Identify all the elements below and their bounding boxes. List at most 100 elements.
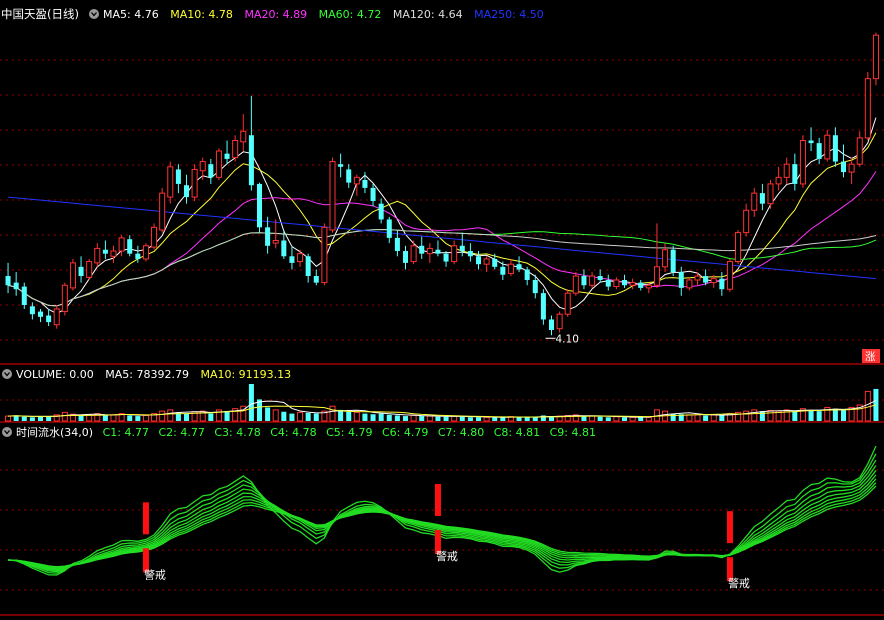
low-price-label: 4.10 xyxy=(556,333,579,345)
candle xyxy=(183,174,190,204)
stock-name: 中国天盈(日线) xyxy=(1,7,79,21)
candle xyxy=(402,245,409,270)
volume-bar xyxy=(426,415,433,422)
candle xyxy=(507,258,514,277)
ma120-label: MA120: 4.64 xyxy=(393,8,463,21)
candle xyxy=(548,315,555,336)
ma60-label: MA60: 4.72 xyxy=(319,8,382,21)
candle xyxy=(816,137,822,165)
panel-frames xyxy=(0,363,884,616)
volume-bar xyxy=(135,416,141,421)
candle xyxy=(78,256,84,283)
candle xyxy=(808,127,814,152)
candle xyxy=(21,282,27,309)
candle xyxy=(572,272,579,296)
c2-label: C2: 4.77 xyxy=(158,426,204,439)
volume-bar xyxy=(435,416,441,421)
candle xyxy=(799,135,806,188)
volume-bar xyxy=(638,417,644,421)
volume-bar xyxy=(362,413,368,421)
ma20-line xyxy=(7,171,877,307)
candle xyxy=(410,240,417,265)
volume-bar xyxy=(159,410,166,422)
indicator-header: 时间流水(34,0) C1: 4.77 C2: 4.77 C3: 4.78 C4… xyxy=(2,425,596,439)
candle xyxy=(53,304,60,329)
candle xyxy=(191,164,198,202)
candle xyxy=(589,272,596,288)
volume-title: VOLUME: 0.00 xyxy=(16,368,94,381)
volume-bar xyxy=(248,384,254,421)
volume-bar xyxy=(645,416,652,422)
candle xyxy=(783,157,790,184)
volume-bar xyxy=(102,415,108,421)
volume-bar xyxy=(613,416,620,422)
volume-bar xyxy=(589,415,596,422)
settings-circle-icon[interactable] xyxy=(2,369,12,379)
candle xyxy=(540,289,546,325)
candle xyxy=(678,266,684,296)
candle xyxy=(564,289,571,317)
candle xyxy=(759,183,765,211)
volume-bar xyxy=(21,416,27,421)
volume-bar xyxy=(492,417,498,421)
volume-bars xyxy=(5,384,879,422)
settings-circle-icon[interactable] xyxy=(2,427,12,437)
c7-label: C7: 4.80 xyxy=(438,426,484,439)
candle xyxy=(289,245,295,270)
volume-bar xyxy=(394,415,400,421)
candle xyxy=(581,269,587,290)
c3-label: C3: 4.78 xyxy=(214,426,260,439)
candle xyxy=(265,216,271,254)
volume-bar xyxy=(353,411,360,422)
vol-ma5-label: MA5: 78392.79 xyxy=(105,368,189,381)
candle xyxy=(118,235,125,257)
candle xyxy=(872,32,879,86)
volume-bar xyxy=(621,417,628,421)
main-header: 中国天盈(日线) MA5: 4.76 MA10: 4.78 MA20: 4.89… xyxy=(1,7,544,21)
volume-bar xyxy=(670,413,676,421)
volume-bar xyxy=(313,413,319,421)
candle xyxy=(556,311,563,333)
volume-bar xyxy=(483,416,490,422)
volume-bar xyxy=(78,415,84,421)
volume-header: VOLUME: 0.00 MA5: 78392.79 MA10: 91193.1… xyxy=(2,368,291,381)
candle xyxy=(297,249,304,267)
candle xyxy=(346,164,352,188)
volume-bar xyxy=(597,416,603,421)
volume-bar xyxy=(808,409,814,421)
volume-bar xyxy=(370,414,376,421)
volume-bar xyxy=(767,410,774,422)
candle xyxy=(419,236,425,259)
candle xyxy=(386,216,392,244)
candle xyxy=(110,245,117,263)
zhang-badge[interactable]: 涨 xyxy=(862,349,880,363)
volume-bar xyxy=(281,411,287,421)
volume-bar xyxy=(265,407,271,421)
ma250-label: MA250: 4.50 xyxy=(474,8,544,21)
volume-bar xyxy=(703,415,709,421)
volume-bar xyxy=(142,414,149,422)
ma20-label: MA20: 4.89 xyxy=(244,8,307,21)
volume-bar xyxy=(272,409,279,422)
volume-bar xyxy=(710,414,717,422)
warning-bar-top xyxy=(726,511,733,544)
volume-bar xyxy=(792,411,798,421)
indicator-title: 时间流水(34,0) xyxy=(16,425,93,439)
volume-bar xyxy=(5,415,12,422)
candle xyxy=(338,153,344,178)
candle xyxy=(313,269,319,286)
candle xyxy=(856,131,863,167)
candle xyxy=(232,135,239,162)
warning-label: 警戒 xyxy=(436,549,458,563)
volume-bar xyxy=(459,416,465,421)
volume-bar xyxy=(686,414,693,422)
volume-bar xyxy=(694,414,701,422)
settings-circle-icon[interactable] xyxy=(89,9,99,19)
candle xyxy=(638,279,644,291)
vol-ma10-label: MA10: 91193.13 xyxy=(200,368,291,381)
candle xyxy=(435,240,441,257)
volume-bar xyxy=(402,416,409,421)
ma-legend: MA5: 4.76 MA10: 4.78 MA20: 4.89 MA60: 4.… xyxy=(103,8,544,21)
candle xyxy=(224,140,230,165)
candle xyxy=(362,172,368,194)
